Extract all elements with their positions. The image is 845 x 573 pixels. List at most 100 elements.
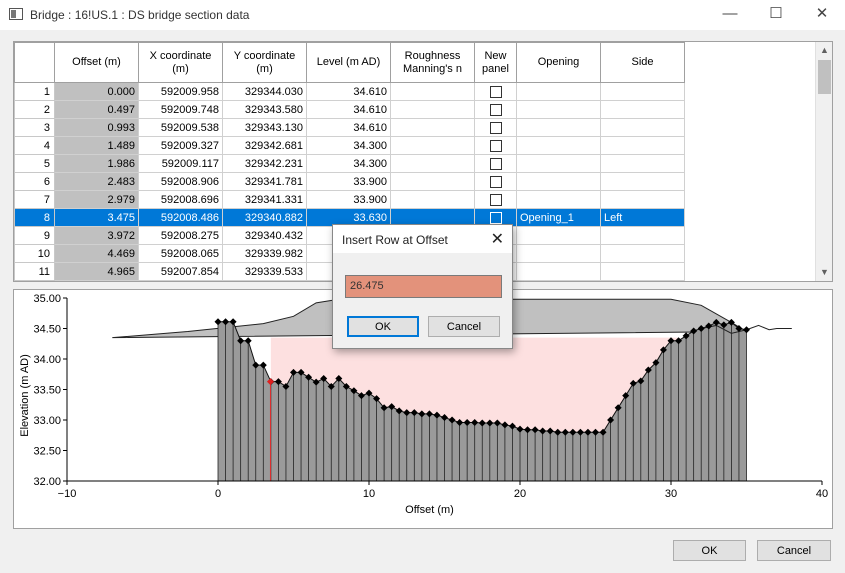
new-panel-checkbox[interactable] xyxy=(489,139,502,152)
column-header-4[interactable]: Level (m AD) xyxy=(306,42,391,83)
row-number[interactable]: 4 xyxy=(14,136,55,155)
column-header-2[interactable]: X coordinate (m) xyxy=(138,42,223,83)
offset-input[interactable]: 26.475 xyxy=(345,275,502,298)
new-panel-cell[interactable] xyxy=(474,82,517,101)
table-row[interactable]: 2 0.497 592009.748 329343.580 34.610 xyxy=(14,100,685,119)
roughness-cell[interactable] xyxy=(390,190,475,209)
opening-cell[interactable] xyxy=(516,190,601,209)
new-panel-checkbox[interactable] xyxy=(489,121,502,134)
close-button[interactable]: ✕ xyxy=(799,0,845,30)
side-cell[interactable]: Left xyxy=(600,208,685,227)
side-cell[interactable] xyxy=(600,82,685,101)
dialog-close-icon[interactable]: ✕ xyxy=(491,229,504,249)
column-header-3[interactable]: Y coordinate (m) xyxy=(222,42,307,83)
side-cell[interactable] xyxy=(600,244,685,263)
y-cell[interactable]: 329343.130 xyxy=(222,118,307,137)
level-cell[interactable]: 34.610 xyxy=(306,100,391,119)
column-header-5[interactable]: Roughness Manning's n xyxy=(390,42,475,83)
table-row[interactable]: 5 1.986 592009.117 329342.231 34.300 xyxy=(14,154,685,173)
new-panel-checkbox[interactable] xyxy=(489,193,502,206)
row-number[interactable]: 2 xyxy=(14,100,55,119)
side-cell[interactable] xyxy=(600,100,685,119)
x-cell[interactable]: 592008.275 xyxy=(138,226,223,245)
x-cell[interactable]: 592009.327 xyxy=(138,136,223,155)
y-cell[interactable]: 329340.432 xyxy=(222,226,307,245)
offset-cell[interactable]: 2.979 xyxy=(54,190,139,209)
y-cell[interactable]: 329340.882 xyxy=(222,208,307,227)
dialog-ok-button[interactable]: OK xyxy=(347,316,419,337)
x-cell[interactable]: 592009.748 xyxy=(138,100,223,119)
opening-cell[interactable] xyxy=(516,244,601,263)
new-panel-checkbox[interactable] xyxy=(489,157,502,170)
column-header-7[interactable]: Opening xyxy=(516,42,601,83)
offset-cell[interactable]: 2.483 xyxy=(54,172,139,191)
offset-cell[interactable]: 4.965 xyxy=(54,262,139,281)
opening-cell[interactable] xyxy=(516,82,601,101)
opening-cell[interactable] xyxy=(516,100,601,119)
opening-cell[interactable] xyxy=(516,136,601,155)
roughness-cell[interactable] xyxy=(390,100,475,119)
row-number[interactable]: 7 xyxy=(14,190,55,209)
grid-vertical-scrollbar[interactable]: ▲ ▼ xyxy=(815,42,832,281)
y-cell[interactable]: 329339.982 xyxy=(222,244,307,263)
y-cell[interactable]: 329342.231 xyxy=(222,154,307,173)
offset-cell[interactable]: 0.000 xyxy=(54,82,139,101)
y-cell[interactable]: 329341.331 xyxy=(222,190,307,209)
row-number[interactable]: 5 xyxy=(14,154,55,173)
y-cell[interactable]: 329343.580 xyxy=(222,100,307,119)
y-cell[interactable]: 329339.533 xyxy=(222,262,307,281)
opening-cell[interactable] xyxy=(516,118,601,137)
row-number[interactable]: 8 xyxy=(14,208,55,227)
new-panel-cell[interactable] xyxy=(474,136,517,155)
side-cell[interactable] xyxy=(600,262,685,281)
roughness-cell[interactable] xyxy=(390,172,475,191)
x-cell[interactable]: 592008.906 xyxy=(138,172,223,191)
side-cell[interactable] xyxy=(600,118,685,137)
opening-cell[interactable] xyxy=(516,262,601,281)
new-panel-checkbox[interactable] xyxy=(489,175,502,188)
row-number[interactable]: 1 xyxy=(14,82,55,101)
roughness-cell[interactable] xyxy=(390,82,475,101)
level-cell[interactable]: 33.900 xyxy=(306,172,391,191)
table-row[interactable]: 1 0.000 592009.958 329344.030 34.610 xyxy=(14,82,685,101)
y-cell[interactable]: 329341.781 xyxy=(222,172,307,191)
new-panel-cell[interactable] xyxy=(474,100,517,119)
table-row[interactable]: 4 1.489 592009.327 329342.681 34.300 xyxy=(14,136,685,155)
level-cell[interactable]: 34.300 xyxy=(306,136,391,155)
level-cell[interactable]: 34.300 xyxy=(306,154,391,173)
new-panel-cell[interactable] xyxy=(474,118,517,137)
offset-cell[interactable]: 0.993 xyxy=(54,118,139,137)
cancel-button[interactable]: Cancel xyxy=(757,540,831,561)
x-cell[interactable]: 592007.854 xyxy=(138,262,223,281)
column-header-8[interactable]: Side xyxy=(600,42,685,83)
x-cell[interactable]: 592009.958 xyxy=(138,82,223,101)
x-cell[interactable]: 592008.696 xyxy=(138,190,223,209)
opening-cell[interactable]: Opening_1 xyxy=(516,208,601,227)
new-panel-cell[interactable] xyxy=(474,190,517,209)
offset-cell[interactable]: 1.489 xyxy=(54,136,139,155)
opening-cell[interactable] xyxy=(516,226,601,245)
y-cell[interactable]: 329344.030 xyxy=(222,82,307,101)
row-number[interactable]: 6 xyxy=(14,172,55,191)
x-cell[interactable]: 592009.538 xyxy=(138,118,223,137)
offset-cell[interactable]: 4.469 xyxy=(54,244,139,263)
maximize-button[interactable]: ☐ xyxy=(753,0,799,30)
offset-cell[interactable]: 3.972 xyxy=(54,226,139,245)
table-row[interactable]: 7 2.979 592008.696 329341.331 33.900 xyxy=(14,190,685,209)
ok-button[interactable]: OK xyxy=(673,540,746,561)
side-cell[interactable] xyxy=(600,190,685,209)
dialog-cancel-button[interactable]: Cancel xyxy=(428,316,500,337)
x-cell[interactable]: 592009.117 xyxy=(138,154,223,173)
column-header-0[interactable] xyxy=(14,42,55,83)
side-cell[interactable] xyxy=(600,136,685,155)
y-cell[interactable]: 329342.681 xyxy=(222,136,307,155)
roughness-cell[interactable] xyxy=(390,154,475,173)
new-panel-checkbox[interactable] xyxy=(489,85,502,98)
scroll-up-icon[interactable]: ▲ xyxy=(816,42,832,59)
x-cell[interactable]: 592008.065 xyxy=(138,244,223,263)
x-cell[interactable]: 592008.486 xyxy=(138,208,223,227)
minimize-button[interactable]: — xyxy=(707,0,753,30)
offset-cell[interactable]: 1.986 xyxy=(54,154,139,173)
scroll-thumb[interactable] xyxy=(818,60,831,94)
opening-cell[interactable] xyxy=(516,172,601,191)
